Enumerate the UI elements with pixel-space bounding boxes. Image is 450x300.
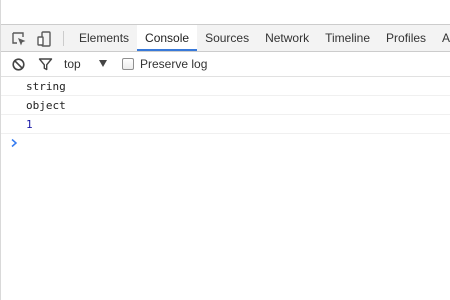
- top-blank-area: [1, 0, 450, 24]
- panel-tabs: Elements Console Sources Network Timelin…: [71, 25, 450, 51]
- devtools-window: Elements Console Sources Network Timelin…: [0, 0, 450, 300]
- tab-profiles[interactable]: Profiles: [378, 25, 434, 51]
- console-filterbar: top Preserve log: [1, 52, 450, 77]
- console-message: 1: [1, 115, 450, 134]
- clear-console-icon[interactable]: [11, 57, 26, 72]
- context-selector[interactable]: top: [64, 56, 81, 72]
- preserve-log-label: Preserve log: [140, 57, 208, 71]
- tab-application[interactable]: Ap: [434, 25, 450, 51]
- devtools-tabbar: Elements Console Sources Network Timelin…: [1, 24, 450, 52]
- prompt-chevron-icon: [10, 138, 18, 148]
- filter-icon[interactable]: [38, 57, 53, 72]
- tab-console[interactable]: Console: [137, 25, 198, 51]
- device-mode-icon[interactable]: [36, 30, 54, 48]
- console-input[interactable]: [26, 136, 441, 152]
- preserve-log-checkbox[interactable]: [122, 58, 134, 70]
- tab-elements[interactable]: Elements: [71, 25, 137, 51]
- tab-timeline[interactable]: Timeline: [317, 25, 378, 51]
- tab-sources[interactable]: Sources: [197, 25, 257, 51]
- toolbar-divider: [63, 31, 64, 46]
- chevron-down-icon[interactable]: [99, 60, 107, 67]
- inspect-element-icon[interactable]: [10, 30, 28, 48]
- console-prompt: [1, 134, 450, 154]
- tab-network[interactable]: Network: [257, 25, 317, 51]
- console-messages: string object 1: [1, 77, 450, 154]
- console-message: string: [1, 77, 450, 96]
- console-message: object: [1, 96, 450, 115]
